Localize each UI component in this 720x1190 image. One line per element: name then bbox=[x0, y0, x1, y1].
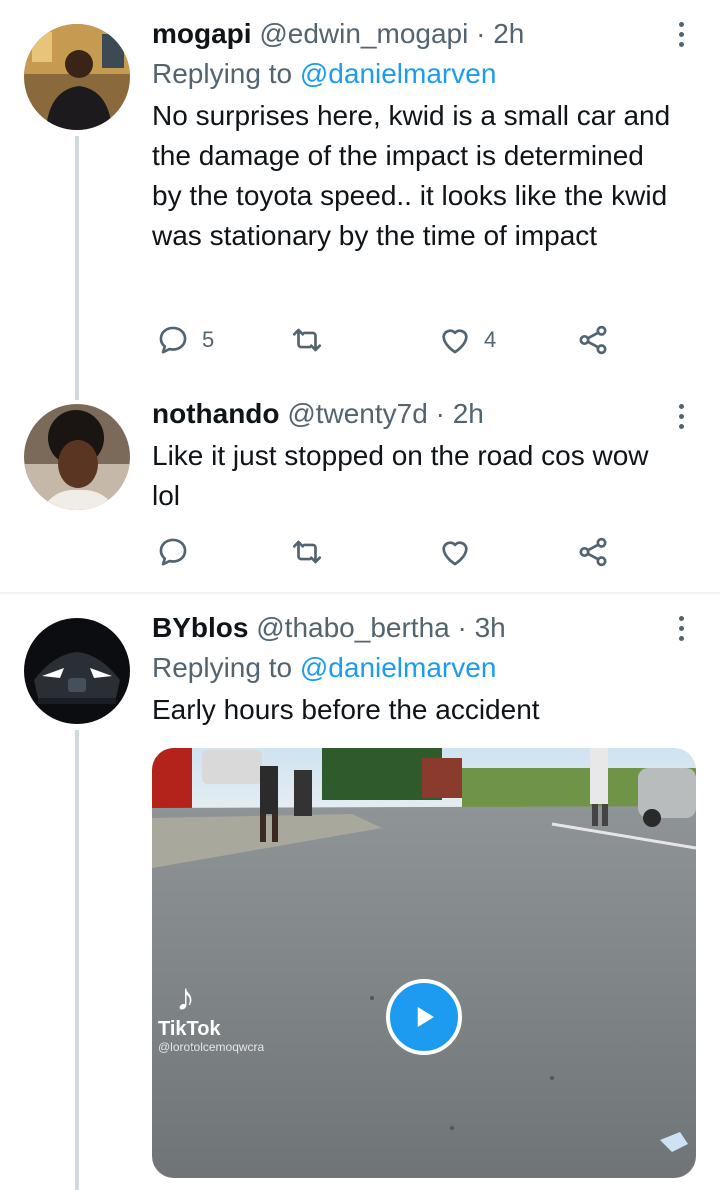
share-button[interactable] bbox=[576, 532, 610, 572]
user-handle[interactable]: @edwin_mogapi bbox=[259, 18, 468, 49]
retweet-button[interactable] bbox=[290, 532, 336, 572]
tiktok-logo-icon: ♪ bbox=[176, 977, 195, 1019]
avatar[interactable] bbox=[24, 404, 130, 510]
like-button[interactable]: 4 bbox=[438, 320, 496, 360]
replying-prefix: Replying to bbox=[152, 58, 300, 89]
more-icon[interactable] bbox=[676, 404, 686, 429]
avatar[interactable] bbox=[24, 24, 130, 130]
replying-to-mention[interactable]: @danielmarven bbox=[300, 652, 497, 683]
more-icon[interactable] bbox=[676, 616, 686, 641]
tiktok-watermark: ♪ TikTok @lorotolcemoqwcra bbox=[158, 978, 264, 1054]
separator-dot: · bbox=[457, 612, 467, 643]
tweet-1[interactable]: mogapi @edwin_mogapi · 2h Replying to @d… bbox=[0, 0, 720, 400]
like-button[interactable] bbox=[438, 532, 484, 572]
reply-icon bbox=[159, 538, 187, 566]
share-icon bbox=[579, 537, 607, 567]
like-count: 4 bbox=[484, 327, 497, 352]
tweet-text: No surprises here, kwid is a small car a… bbox=[152, 100, 671, 251]
retweet-button[interactable] bbox=[290, 320, 336, 360]
separator-dot: · bbox=[476, 18, 486, 49]
replying-prefix: Replying to bbox=[152, 652, 300, 683]
separator-dot: · bbox=[435, 398, 445, 429]
share-icon bbox=[579, 325, 607, 355]
play-icon bbox=[417, 1007, 434, 1027]
reply-icon bbox=[159, 326, 187, 354]
user-handle[interactable]: @twenty7d bbox=[287, 398, 428, 429]
avatar[interactable] bbox=[24, 618, 130, 724]
timestamp[interactable]: 2h bbox=[493, 18, 524, 49]
display-name[interactable]: mogapi bbox=[152, 18, 252, 49]
tweet-3[interactable]: BYblos @thabo_bertha · 3h Replying to @d… bbox=[0, 594, 720, 1190]
tweet-text: Like it just stopped on the road cos wow… bbox=[152, 440, 649, 511]
replying-to-mention[interactable]: @danielmarven bbox=[300, 58, 497, 89]
display-name[interactable]: nothando bbox=[152, 398, 280, 429]
video-player[interactable]: ♪ TikTok @lorotolcemoqwcra bbox=[152, 748, 696, 1178]
replying-to: Replying to @danielmarven bbox=[152, 56, 680, 92]
like-icon bbox=[442, 541, 468, 566]
timestamp[interactable]: 3h bbox=[475, 612, 506, 643]
play-button[interactable] bbox=[386, 979, 462, 1055]
user-handle[interactable]: @thabo_bertha bbox=[256, 612, 449, 643]
retweet-icon bbox=[292, 328, 322, 352]
more-icon[interactable] bbox=[676, 22, 686, 47]
tweet-text: Early hours before the accident bbox=[152, 694, 540, 725]
replying-to: Replying to @danielmarven bbox=[152, 650, 680, 686]
like-icon bbox=[442, 329, 468, 354]
retweet-icon bbox=[292, 540, 322, 564]
video-thumbnail bbox=[152, 748, 696, 1178]
timestamp[interactable]: 2h bbox=[453, 398, 484, 429]
reply-button[interactable]: 5 bbox=[156, 320, 214, 360]
tweet-2[interactable]: nothando @twenty7d · 2h Like it just sto… bbox=[0, 390, 720, 590]
share-button[interactable] bbox=[576, 320, 610, 360]
display-name[interactable]: BYblos bbox=[152, 612, 248, 643]
reply-button[interactable] bbox=[156, 532, 202, 572]
watermark-user: @lorotolcemoqwcra bbox=[158, 1040, 265, 1054]
tweet-actions: 5 4 bbox=[152, 320, 632, 360]
watermark-brand: TikTok bbox=[158, 1018, 221, 1040]
tweet-actions bbox=[152, 532, 632, 572]
reply-count: 5 bbox=[202, 327, 215, 352]
